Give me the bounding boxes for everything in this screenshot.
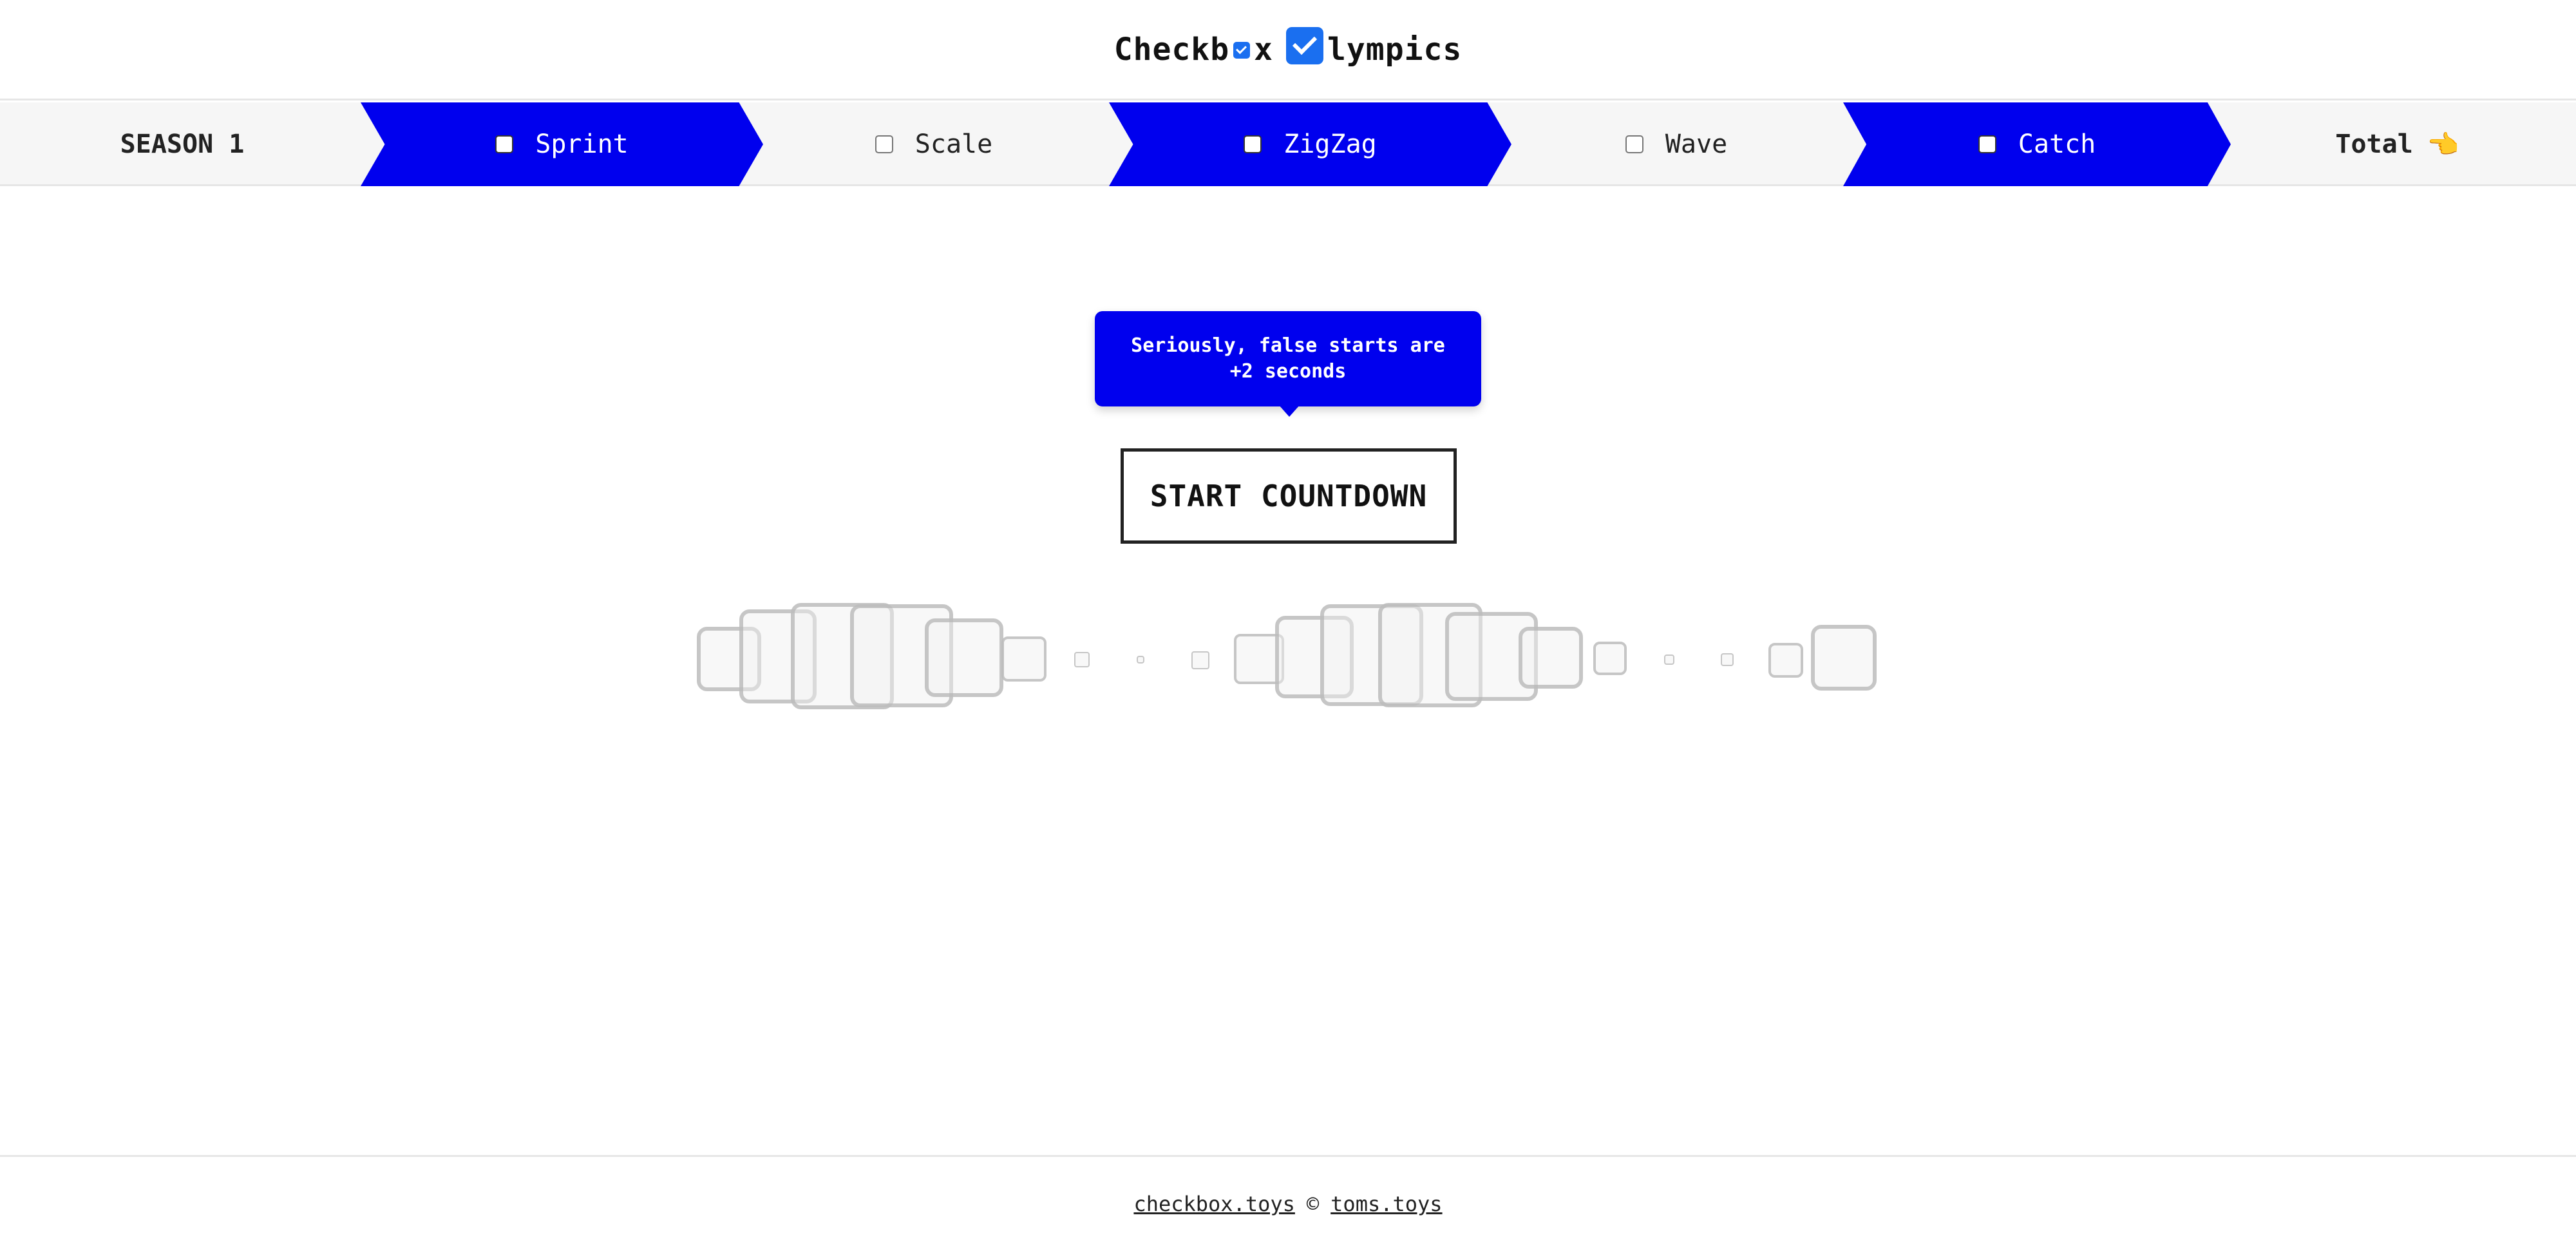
nav-item-zigzag[interactable]: ZigZag bbox=[1109, 102, 1511, 186]
nav-item-scale[interactable]: Scale bbox=[747, 102, 1121, 186]
event-nav: SEASON 1 Sprint Scale ZigZag Wave Catch … bbox=[0, 102, 2576, 186]
nav-item-total[interactable]: Total 👈 bbox=[2219, 102, 2576, 186]
wave-checkbox-ghost bbox=[1001, 636, 1046, 682]
toms-toys-link[interactable]: toms.toys bbox=[1331, 1192, 1442, 1216]
checkbox-toys-link[interactable]: checkbox.toys bbox=[1133, 1192, 1294, 1216]
nav-item-label: Scale bbox=[914, 129, 993, 159]
nav-item-label: Wave bbox=[1665, 129, 1728, 159]
logo-text-part3: lympics bbox=[1327, 31, 1463, 68]
nav-item-label: ZigZag bbox=[1283, 129, 1377, 159]
wave-checkbox-ghost bbox=[1074, 652, 1090, 667]
sprint-checkbox[interactable] bbox=[495, 135, 514, 153]
wave-checkbox-ghost bbox=[1768, 643, 1803, 678]
tooltip-text: Seriously, false starts are +2 seconds bbox=[1131, 334, 1445, 383]
start-countdown-button[interactable]: START COUNTDOWN bbox=[1121, 448, 1457, 544]
wave-checkbox-ghost bbox=[925, 618, 1003, 697]
tooltip-arrow-icon bbox=[1279, 405, 1300, 417]
logo-checked-checkbox-small-icon bbox=[1233, 41, 1251, 59]
wave-checkbox[interactable] bbox=[1625, 135, 1643, 153]
wave-checkbox-ghost bbox=[1664, 654, 1674, 665]
pointing-hand-icon: 👈 bbox=[2427, 129, 2459, 160]
nav-season-label: SEASON 1 bbox=[0, 102, 365, 186]
false-start-tooltip: Seriously, false starts are +2 seconds bbox=[1095, 311, 1481, 406]
nav-item-sprint[interactable]: Sprint bbox=[361, 102, 763, 186]
site-header: Checkb x lympics bbox=[0, 0, 2576, 100]
wave-checkbox-ghost bbox=[1721, 653, 1734, 666]
season-label: SEASON 1 bbox=[120, 129, 245, 159]
nav-item-catch[interactable]: Catch bbox=[1843, 102, 2231, 186]
site-footer: checkbox.toys © toms.toys bbox=[0, 1155, 2576, 1251]
catch-checkbox[interactable] bbox=[1978, 135, 1996, 153]
wave-checkbox-ghost bbox=[1191, 651, 1209, 669]
wave-checkbox-ghost bbox=[1519, 627, 1583, 689]
logo-text-part1: Checkb bbox=[1113, 31, 1230, 68]
wave-checkbox-ghost bbox=[1137, 656, 1144, 664]
nav-item-label: Total bbox=[2335, 129, 2413, 159]
nav-item-label: Sprint bbox=[535, 129, 629, 159]
logo-checked-checkbox-large-icon bbox=[1286, 26, 1323, 64]
site-logo[interactable]: Checkb x lympics bbox=[1113, 26, 1463, 68]
wave-checkbox-ghost bbox=[1593, 642, 1627, 675]
logo-text-part2: x bbox=[1254, 31, 1273, 68]
nav-item-wave[interactable]: Wave bbox=[1501, 102, 1852, 186]
wave-checkbox-ghost bbox=[1811, 625, 1877, 691]
scale-checkbox[interactable] bbox=[875, 135, 893, 153]
nav-item-label: Catch bbox=[2018, 129, 2096, 159]
copyright-symbol: © bbox=[1306, 1192, 1320, 1216]
zigzag-checkbox[interactable] bbox=[1244, 135, 1262, 153]
